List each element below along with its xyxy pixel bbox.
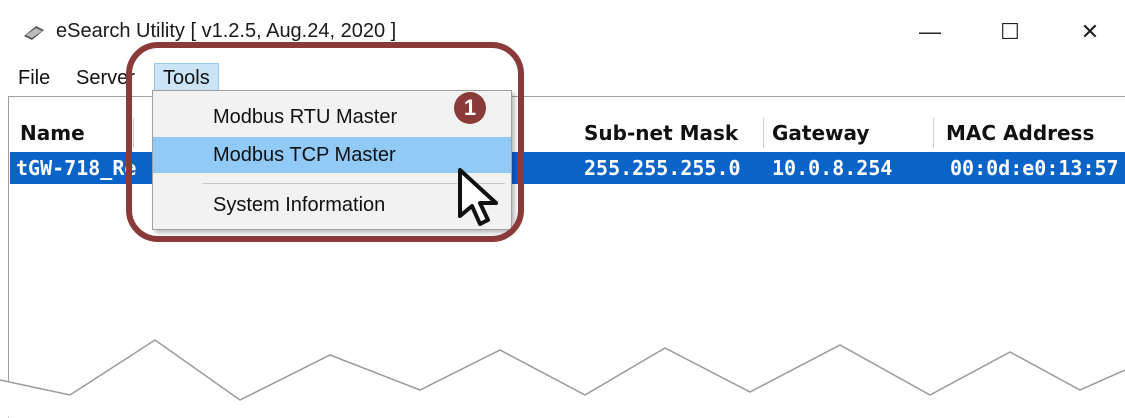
minimize-button[interactable]: —: [900, 8, 960, 56]
maximize-button[interactable]: ☐: [980, 8, 1040, 56]
close-button[interactable]: ✕: [1060, 8, 1120, 56]
column-header-name[interactable]: Name: [14, 118, 134, 148]
column-header-gateway[interactable]: Gateway: [766, 118, 934, 148]
cell-mac: 00:0d:e0:13:57: [950, 156, 1119, 180]
mouse-pointer-icon: [458, 168, 498, 226]
column-header-subnet[interactable]: Sub-net Mask: [578, 118, 764, 148]
torn-edge: [0, 339, 1125, 417]
cell-subnet: 255.255.255.0: [584, 156, 741, 180]
step-badge: 1: [454, 92, 486, 124]
window-title: eSearch Utility [ v1.2.5, Aug.24, 2020 ]: [56, 20, 397, 42]
cell-name: tGW-718_Re: [16, 156, 137, 180]
menu-file[interactable]: File: [10, 63, 58, 93]
app-icon: [24, 26, 44, 40]
esearch-utility-window: eSearch Utility [ v1.2.5, Aug.24, 2020 ]…: [0, 0, 1125, 418]
column-header-mac[interactable]: MAC Address: [940, 118, 1125, 148]
cell-gateway: 10.0.8.254: [772, 156, 893, 180]
